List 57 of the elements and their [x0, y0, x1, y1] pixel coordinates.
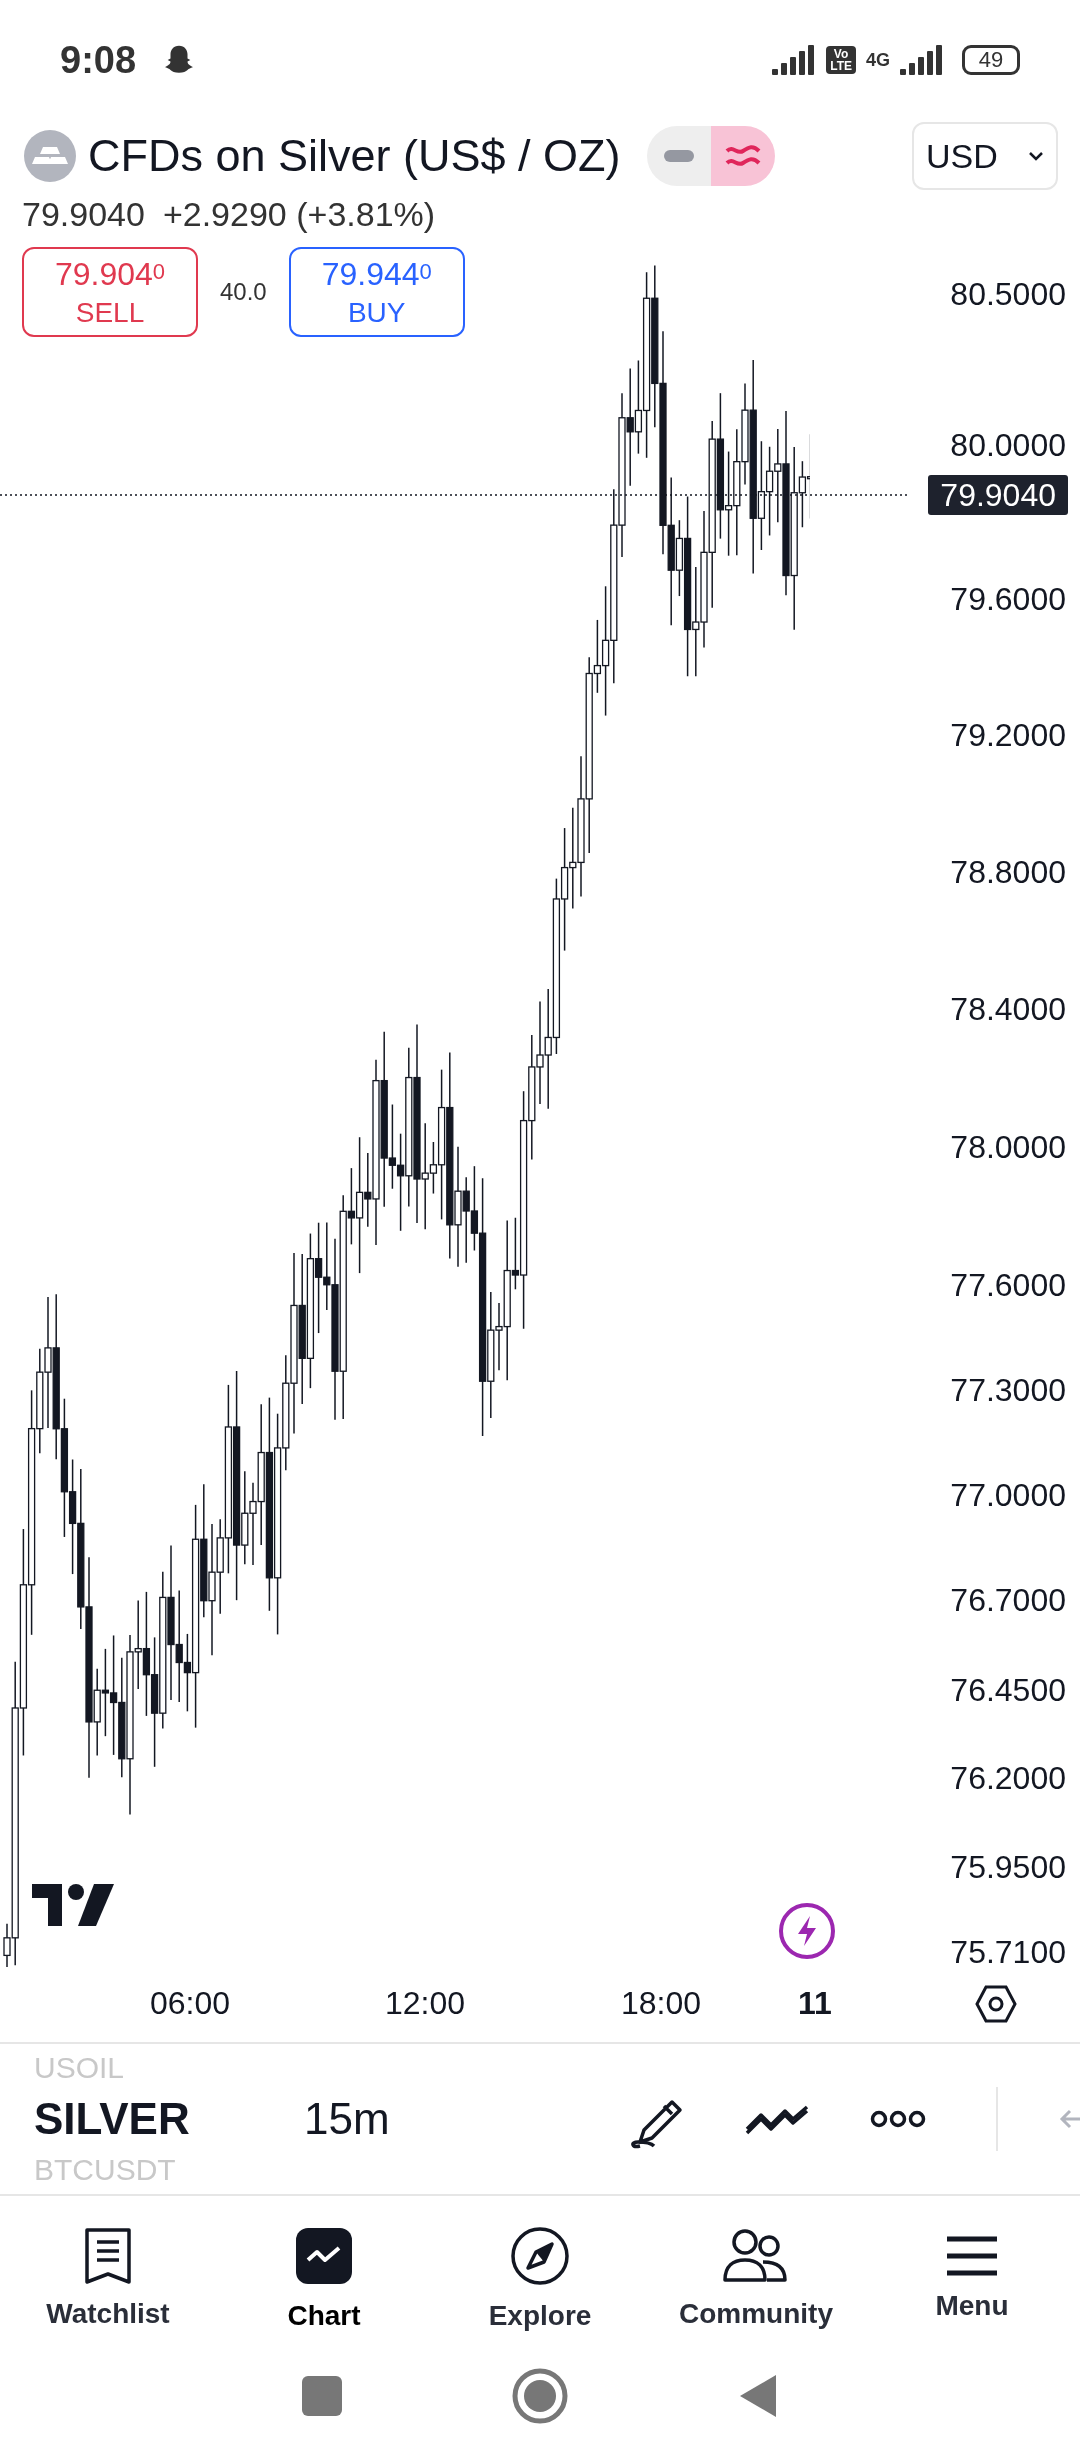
price-axis-label: 78.8000 — [950, 853, 1066, 891]
symbol-title: CFDs on Silver (US$ / OZ) — [88, 130, 621, 182]
time-axis-label: 18:00 — [620, 1985, 702, 2022]
price-axis-label: 77.6000 — [950, 1266, 1066, 1304]
home-icon[interactable] — [512, 2367, 568, 2424]
price-axis-label: 76.7000 — [950, 1581, 1066, 1619]
chart-icon — [294, 2225, 354, 2286]
bullion-icon — [24, 130, 76, 182]
price-change: +2.9290 (+3.81%) — [162, 195, 436, 234]
time-axis-label: 11 — [798, 1985, 832, 2022]
symbol-option[interactable]: SILVER — [34, 2086, 304, 2152]
lightning-icon[interactable] — [778, 1902, 836, 1960]
signal-icon — [900, 45, 944, 75]
last-price: 79.9040 — [22, 195, 145, 234]
currency-dropdown[interactable]: USD — [912, 122, 1058, 190]
last-price-label: 79.9040 — [928, 475, 1068, 515]
watchlist-icon — [85, 2227, 131, 2284]
nav-item[interactable]: Menu — [864, 2196, 1080, 2361]
interval-button[interactable]: 15m — [304, 2094, 390, 2144]
sell-button[interactable]: 79.904$^{0}$ SELL — [22, 247, 198, 337]
price-axis-label: 78.4000 — [950, 990, 1066, 1028]
nav-item[interactable]: Watchlist — [0, 2196, 216, 2361]
price-axis-label: 76.2000 — [950, 1759, 1066, 1797]
price-axis-label: 76.4500 — [950, 1671, 1066, 1709]
nav-item[interactable]: Explore — [432, 2196, 648, 2361]
people-icon — [723, 2227, 789, 2284]
time-axis-label: 06:00 — [149, 1985, 231, 2022]
time-axis-label: 12:00 — [384, 1985, 466, 2022]
back-icon[interactable] — [738, 2372, 778, 2419]
price-axis-label: 77.3000 — [950, 1371, 1066, 1409]
price-axis-label: 75.7100 — [950, 1933, 1066, 1971]
compass-icon — [510, 2225, 570, 2286]
volte-badge: Vo LTE — [826, 46, 856, 74]
price-axis-label: 78.0000 — [950, 1128, 1066, 1166]
status-time: 9:08 — [60, 38, 137, 82]
price-axis-label: 79.6000 — [950, 580, 1066, 618]
recents-icon[interactable] — [302, 2375, 342, 2416]
network-type: 4G — [866, 49, 890, 71]
nav-item[interactable]: Chart — [216, 2196, 432, 2361]
menu-icon — [947, 2235, 997, 2276]
spread-value: 40.0 — [220, 278, 267, 306]
buy-button[interactable]: 79.944$^{0}$ BUY — [288, 247, 465, 337]
nav-item[interactable]: Community — [648, 2196, 864, 2361]
price-axis-label: 77.0000 — [950, 1476, 1066, 1514]
minus-icon — [663, 150, 694, 162]
price-axis-label: 80.5000 — [950, 275, 1066, 313]
mode-toggle[interactable] — [646, 126, 711, 186]
settings-icon[interactable] — [975, 1985, 1017, 2023]
battery-indicator: 49 — [962, 45, 1020, 75]
chevron-icon — [1028, 151, 1044, 161]
price-axis-label: 75.9500 — [950, 1848, 1066, 1886]
price-axis-label: 80.0000 — [950, 426, 1066, 464]
mode-toggle[interactable] — [710, 126, 775, 186]
more-icon[interactable] — [870, 2110, 926, 2128]
logo-icon — [32, 1884, 114, 1926]
signal-icon — [772, 45, 817, 75]
price-axis-label: 79.2000 — [950, 716, 1066, 754]
